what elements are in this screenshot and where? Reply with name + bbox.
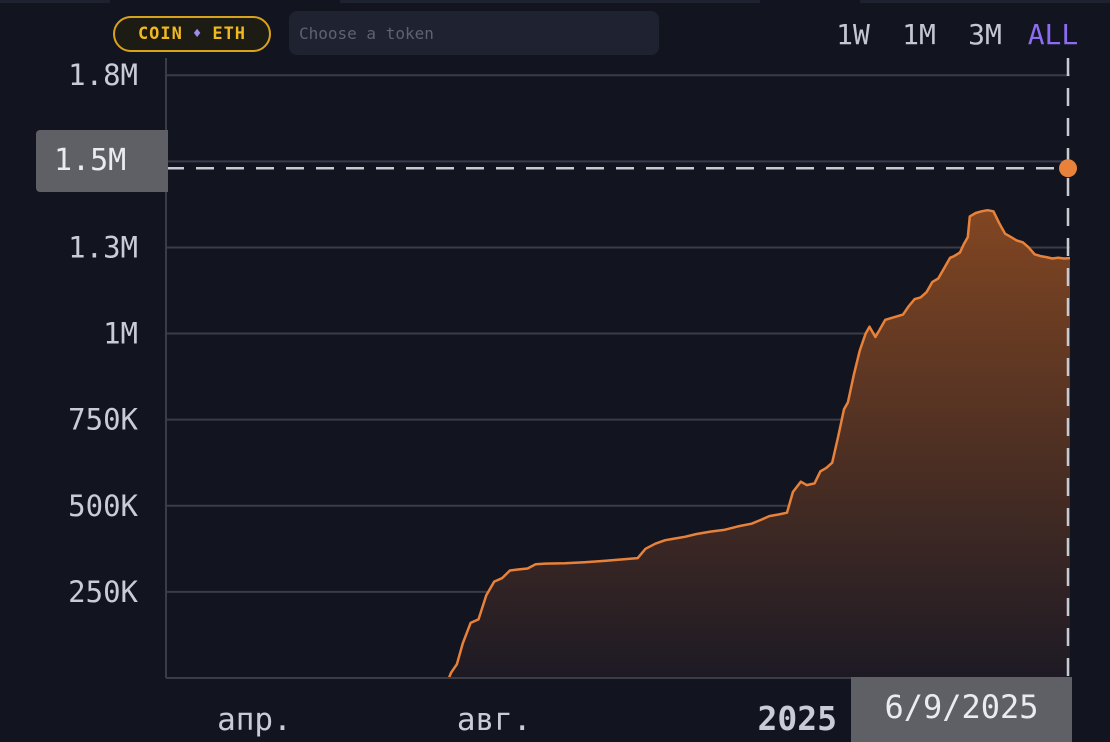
x-tick-label: апр. xyxy=(217,702,292,738)
crosshair-y-label: 1.5M xyxy=(36,130,168,192)
y-tick-label: 500K xyxy=(68,489,138,523)
y-tick-label: 1M xyxy=(103,317,138,351)
series-area xyxy=(449,210,1070,678)
x-tick-label: 2025 xyxy=(758,699,837,738)
y-tick-label: 250K xyxy=(68,575,138,609)
x-tick-label: авг. xyxy=(457,702,532,738)
crosshair-x-label: 6/9/2025 xyxy=(851,677,1072,742)
y-tick-label: 1.3M xyxy=(68,230,138,264)
crosshair-point xyxy=(1059,159,1077,178)
y-tick-label: 1.8M xyxy=(68,58,138,92)
y-tick-label: 750K xyxy=(68,403,138,437)
price-chart[interactable]: 250K 500K 750K 1M 1.3M 1.5M 1.8M апр. авг. 2025 xyxy=(0,0,1110,742)
